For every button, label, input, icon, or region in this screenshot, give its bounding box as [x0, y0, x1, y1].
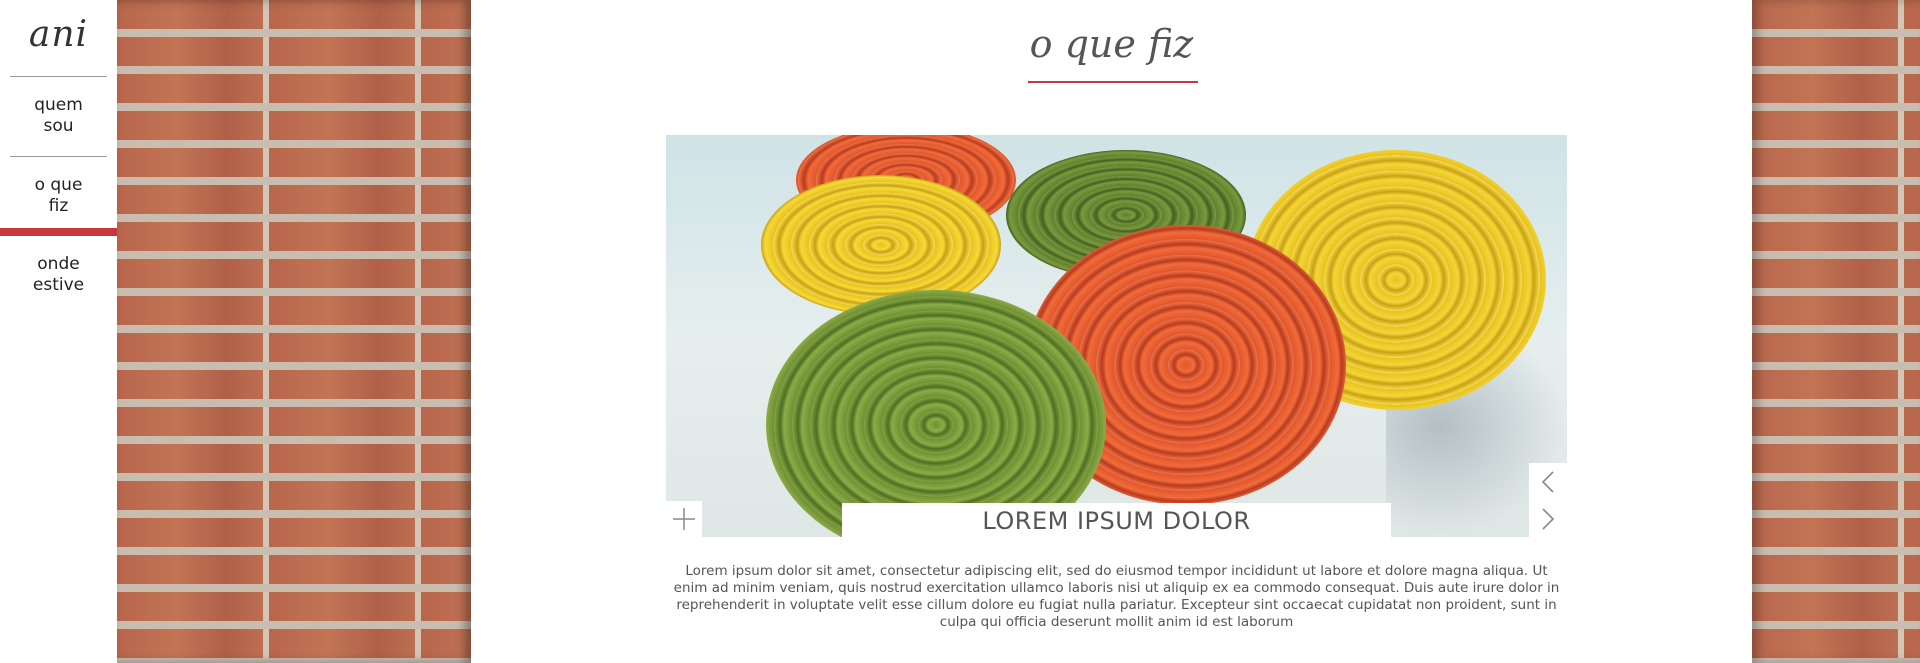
- slide-image: [666, 135, 1567, 537]
- nav-item-o-que-fiz[interactable]: o que fiz: [0, 157, 117, 236]
- chevron-left-icon: [1541, 470, 1554, 493]
- prev-slide-button[interactable]: [1529, 463, 1567, 500]
- slide-caption: LOREM IPSUM DOLOR: [842, 503, 1391, 537]
- page-title: o que fiz: [1029, 22, 1194, 66]
- nav-item-quem-sou[interactable]: quem sou: [0, 77, 117, 156]
- brick-wall-right: [1752, 0, 1920, 663]
- logo[interactable]: ani: [0, 0, 117, 76]
- sidebar: ani quem sou o que fiz onde estive: [0, 0, 117, 663]
- nav-item-onde-estive[interactable]: onde estive: [0, 236, 117, 315]
- expand-button[interactable]: [666, 501, 702, 537]
- plus-icon: [673, 508, 695, 530]
- title-underline: [1028, 81, 1198, 83]
- chevron-right-icon: [1542, 507, 1555, 530]
- next-slide-button[interactable]: [1529, 500, 1567, 537]
- main-content: o que fiz LOREM IPSUM DOLOR Lorem ipsum …: [471, 0, 1752, 663]
- slide-description: Lorem ipsum dolor sit amet, consectetur …: [673, 563, 1560, 630]
- slide-controls: [1529, 463, 1567, 537]
- brick-wall-left: [117, 0, 471, 663]
